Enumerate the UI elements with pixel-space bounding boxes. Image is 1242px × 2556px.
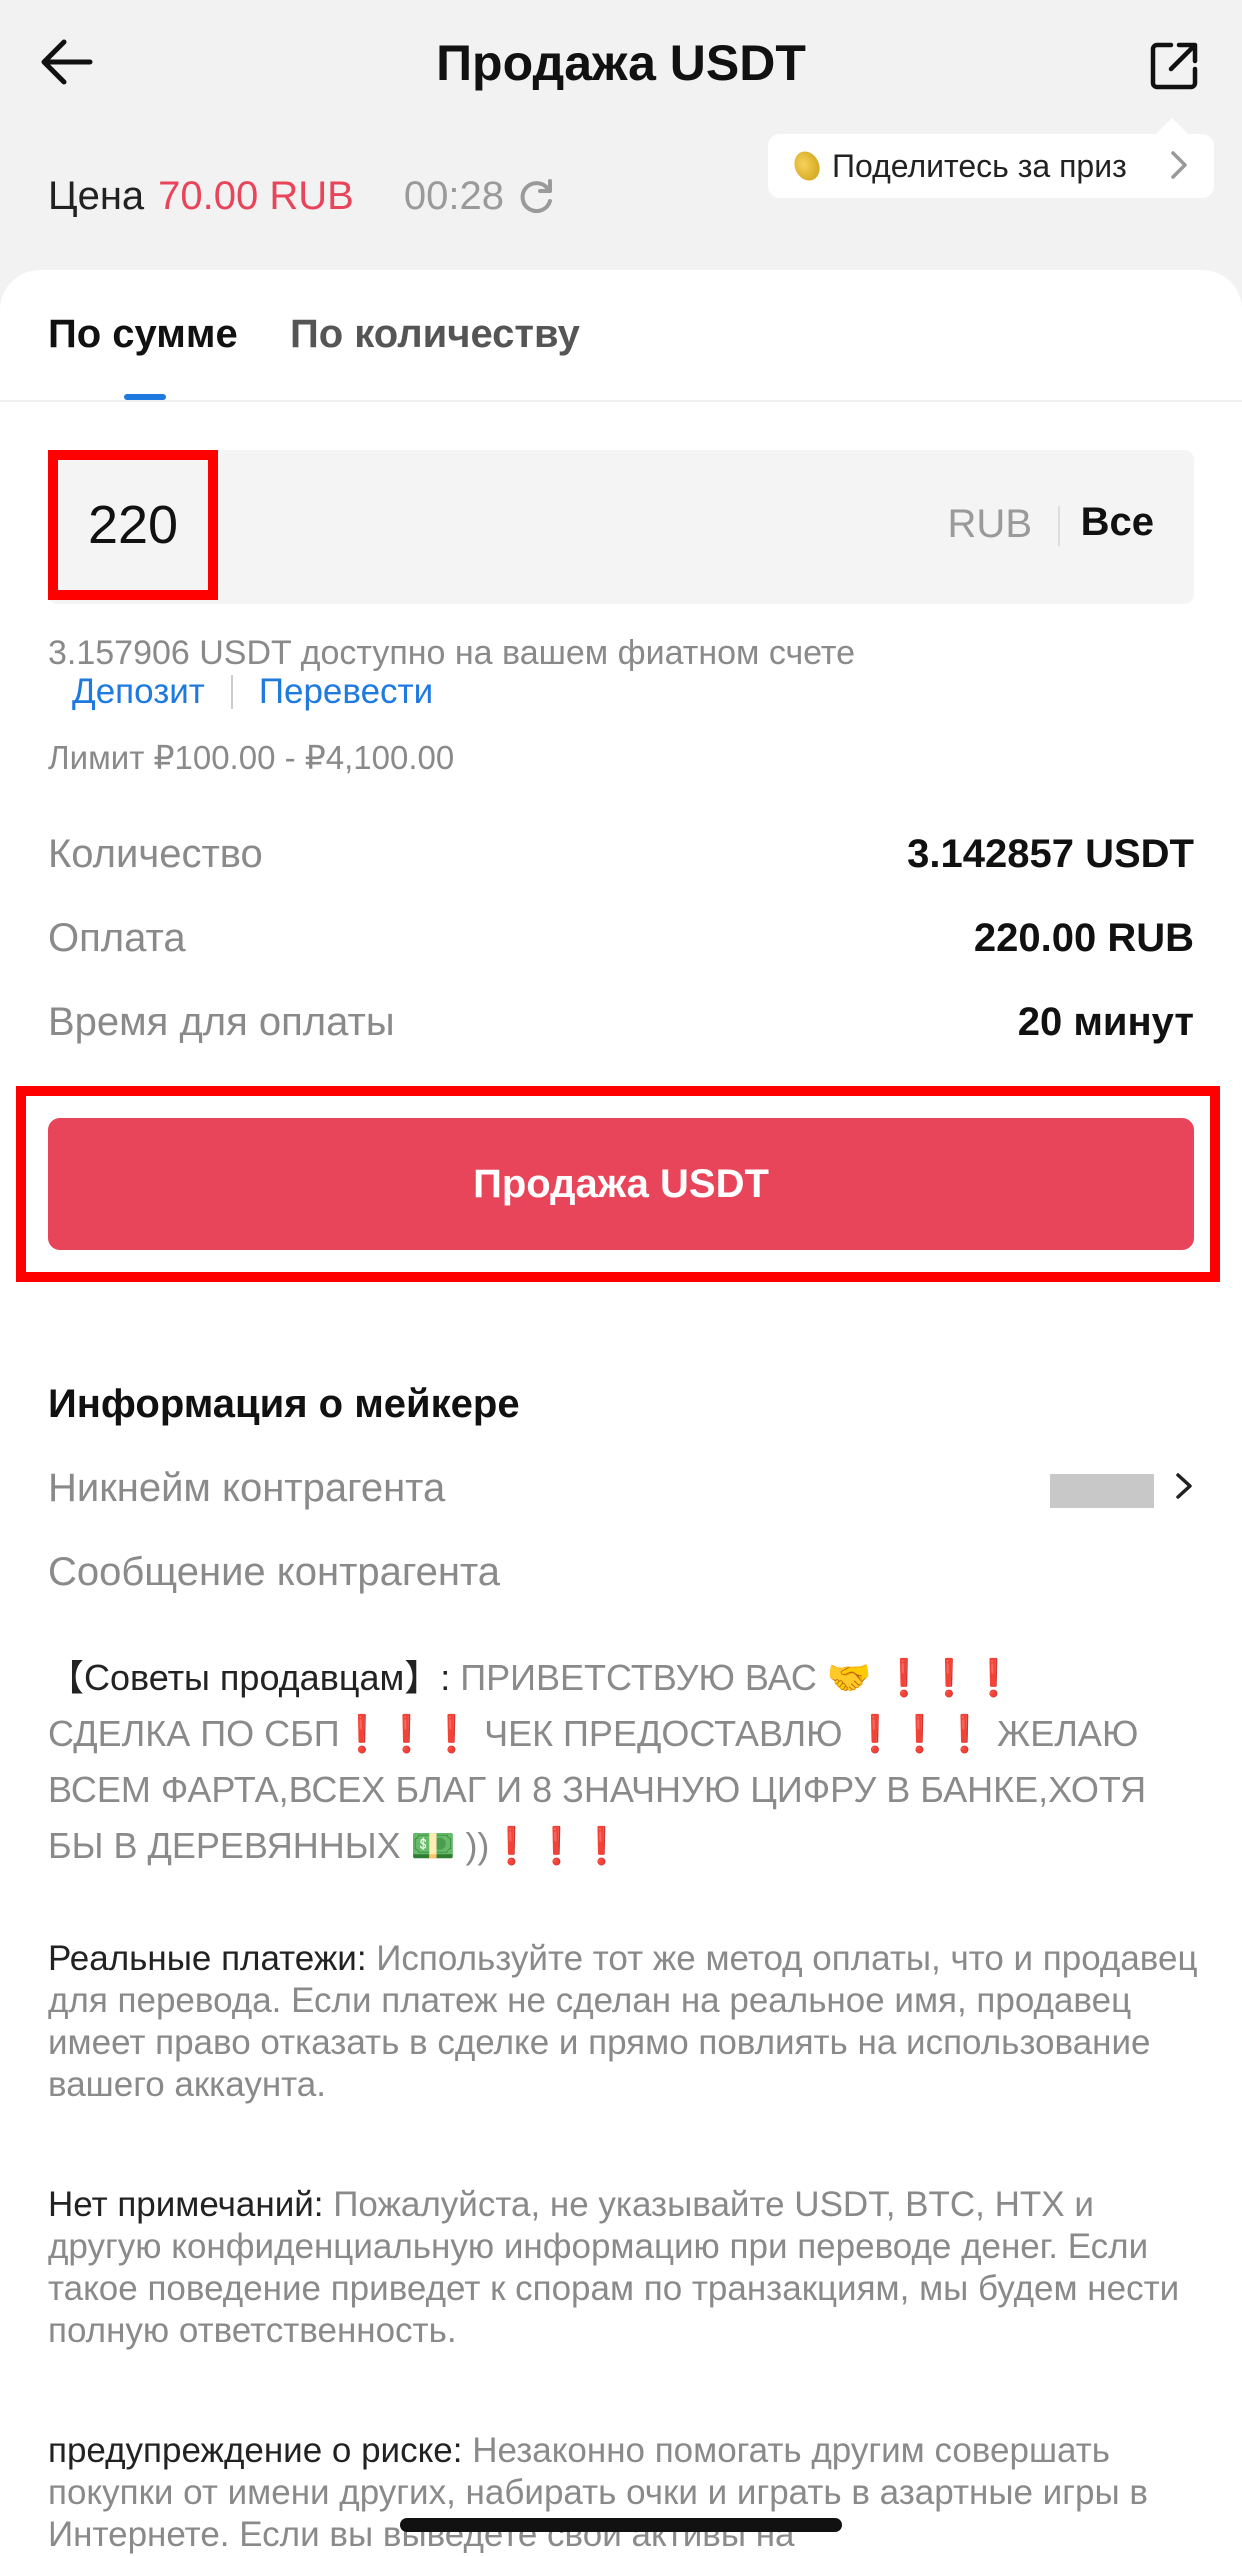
balance-links: Депозит Перевести	[72, 672, 433, 712]
home-indicator	[400, 2518, 842, 2532]
prize-pill-pointer	[1156, 118, 1188, 134]
summary-label: Оплата	[48, 916, 186, 960]
sell-button-highlight: Продажа USDT	[16, 1086, 1220, 1282]
notice-risk-warning: предупреждение о риске: Незаконно помога…	[48, 2430, 1208, 2556]
tab-by-quantity[interactable]: По количеству	[290, 312, 580, 357]
summary-row-payment: Оплата 220.00 RUB	[48, 916, 1194, 961]
transfer-link[interactable]: Перевести	[259, 672, 433, 712]
message-text: СДЕЛКА ПО СБП	[48, 1713, 340, 1754]
summary-label: Количество	[48, 832, 263, 876]
available-balance: 3.157906 USDT доступно на вашем фиатном …	[48, 634, 856, 672]
summary-row-quantity: Количество 3.142857 USDT	[48, 832, 1194, 877]
all-amount-button[interactable]: Все	[1081, 500, 1154, 545]
notice-label: Нет примечаний:	[48, 2185, 324, 2224]
amount-divider	[1058, 506, 1060, 546]
tab-by-amount[interactable]: По сумме	[48, 312, 238, 357]
chevron-right-icon	[1174, 1468, 1194, 1513]
share-prize-button[interactable]: Поделитесь за приз	[768, 134, 1214, 198]
price-label: Цена	[48, 174, 145, 218]
prize-label: Поделитесь за приз	[832, 147, 1127, 184]
nickname-redacted	[1050, 1474, 1154, 1508]
notice-real-payments: Реальные платежи: Используйте тот же мет…	[48, 1938, 1208, 2106]
exclamation-marks: ❗❗❗	[489, 1825, 624, 1866]
exclamation-marks: ❗❗❗	[339, 1713, 475, 1754]
notice-label: Реальные платежи:	[48, 1939, 367, 1978]
limit-text: Лимит ₽100.00 - ₽4,100.00	[48, 739, 455, 776]
exclamation-marks: ❗❗❗	[881, 1657, 1017, 1698]
summary-row-payment-time: Время для оплаты 20 минут	[48, 1000, 1194, 1045]
amount-input[interactable]: 220 RUB Все	[48, 450, 1194, 604]
notice-label: предупреждение о риске:	[48, 2431, 463, 2470]
message-lead: 【Советы продавцам】:	[48, 1657, 461, 1698]
counterparty-message-label: Сообщение контрагента	[48, 1550, 501, 1594]
active-tab-indicator	[124, 394, 166, 400]
price-row: Цена 70.00 RUB 00:28	[48, 174, 556, 219]
refresh-icon[interactable]	[516, 177, 556, 217]
summary-value: 3.142857 USDT	[907, 832, 1194, 876]
summary-label: Время для оплаты	[48, 1000, 395, 1044]
maker-message: 【Советы продавцам】: ПРИВЕТСТВУЮ ВАС 🤝 ❗❗…	[48, 1650, 1198, 1874]
amount-currency: RUB	[947, 502, 1032, 546]
counterparty-nickname-row[interactable]: Никнейм контрагента	[48, 1466, 1194, 1511]
price-timer: 00:28	[403, 174, 504, 218]
exclamation-marks: ❗❗❗	[852, 1713, 988, 1754]
price-value: 70.00 RUB	[158, 174, 354, 218]
message-text: ПРИВЕТСТВУЮ ВАС 🤝	[460, 1657, 882, 1698]
nickname-label: Никнейм контрагента	[48, 1466, 446, 1510]
summary-value: 220.00 RUB	[973, 916, 1194, 960]
summary-value: 20 минут	[1017, 1000, 1194, 1044]
amount-value-highlight[interactable]: 220	[48, 450, 218, 600]
deposit-link[interactable]: Депозит	[72, 672, 205, 712]
link-divider	[230, 675, 233, 709]
order-card: По сумме По количеству 220 RUB Все 3.157…	[0, 270, 1242, 2556]
coin-icon	[789, 147, 825, 185]
header: Продажа USDT Поделитесь за приз Цена 70.…	[0, 0, 1242, 270]
share-icon[interactable]	[1142, 34, 1206, 98]
maker-section-title: Информация о мейкере	[48, 1382, 520, 1426]
sell-usdt-button[interactable]: Продажа USDT	[48, 1118, 1194, 1250]
page-title: Продажа USDT	[436, 35, 806, 91]
chevron-right-icon	[1170, 150, 1188, 188]
tab-bar: По сумме По количеству	[0, 270, 1242, 402]
notice-no-remarks: Нет примечаний: Пожалуйста, не указывайт…	[48, 2184, 1208, 2352]
message-text: ЧЕК ПРЕДОСТАВЛЮ	[474, 1713, 853, 1754]
